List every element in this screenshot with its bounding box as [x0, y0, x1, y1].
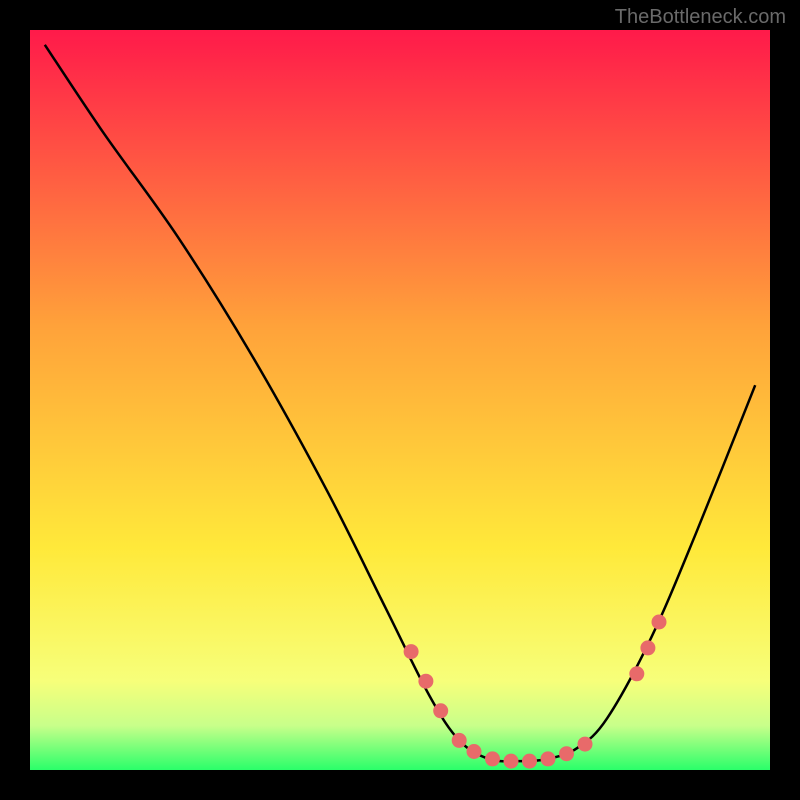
data-marker: [559, 746, 574, 761]
data-marker: [404, 644, 419, 659]
chart-background: [30, 30, 770, 770]
data-marker: [504, 754, 519, 769]
chart-svg: [30, 30, 770, 770]
data-marker: [640, 640, 655, 655]
data-marker: [652, 615, 667, 630]
data-marker: [485, 751, 500, 766]
data-marker: [578, 737, 593, 752]
data-marker: [629, 666, 644, 681]
bottleneck-chart: [30, 30, 770, 770]
watermark-text: TheBottleneck.com: [615, 6, 786, 29]
data-marker: [433, 703, 448, 718]
data-marker: [541, 751, 556, 766]
data-marker: [522, 754, 537, 769]
data-marker: [452, 733, 467, 748]
data-marker: [418, 674, 433, 689]
data-marker: [467, 744, 482, 759]
